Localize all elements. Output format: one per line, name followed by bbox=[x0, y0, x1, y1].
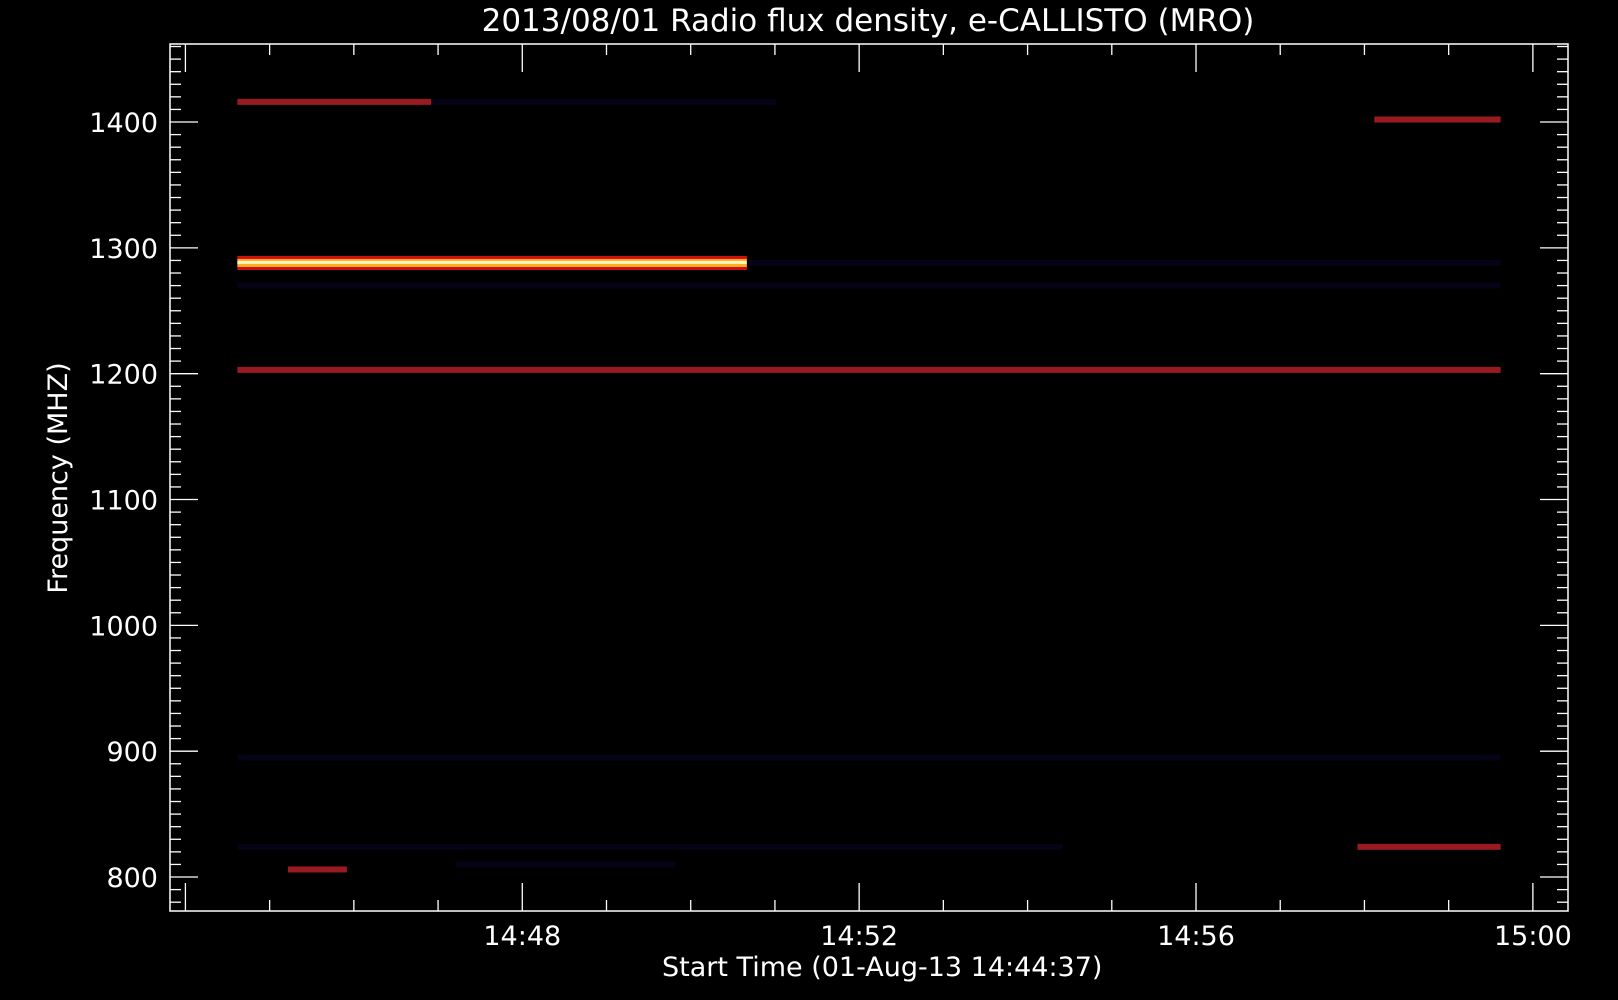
x-tick-label: 14:56 bbox=[1157, 921, 1235, 952]
hot-emission-peak bbox=[237, 260, 747, 264]
dark-line bbox=[746, 259, 1501, 266]
dark-line bbox=[237, 282, 1501, 289]
spectrogram-chart: 2013/08/01 Radio flux density, e-CALLIST… bbox=[0, 0, 1618, 1000]
red-line bbox=[1357, 843, 1501, 850]
y-tick-label: 1200 bbox=[89, 360, 158, 391]
chart-title: 2013/08/01 Radio flux density, e-CALLIST… bbox=[482, 3, 1255, 39]
y-tick-label: 1300 bbox=[89, 234, 158, 265]
y-tick-label: 1000 bbox=[89, 611, 158, 642]
dark-line bbox=[237, 754, 1501, 761]
red-line bbox=[237, 366, 1501, 373]
y-tick-label: 1100 bbox=[89, 486, 158, 517]
y-tick-label: 1400 bbox=[89, 108, 158, 139]
red-line bbox=[1374, 116, 1501, 123]
dark-line bbox=[456, 861, 676, 868]
x-tick-label: 14:48 bbox=[483, 921, 561, 952]
y-tick-label: 900 bbox=[106, 737, 158, 768]
red-line bbox=[287, 866, 347, 873]
chart-background bbox=[0, 0, 1618, 1000]
y-axis-label: Frequency (MHZ) bbox=[43, 362, 74, 593]
red-line bbox=[237, 98, 432, 105]
dark-line bbox=[237, 843, 1063, 850]
y-tick-label: 800 bbox=[106, 863, 158, 894]
dark-line bbox=[431, 98, 777, 105]
x-axis-label: Start Time (01-Aug-13 14:44:37) bbox=[662, 952, 1102, 983]
x-tick-label: 14:52 bbox=[820, 921, 898, 952]
x-tick-label: 15:00 bbox=[1494, 921, 1572, 952]
